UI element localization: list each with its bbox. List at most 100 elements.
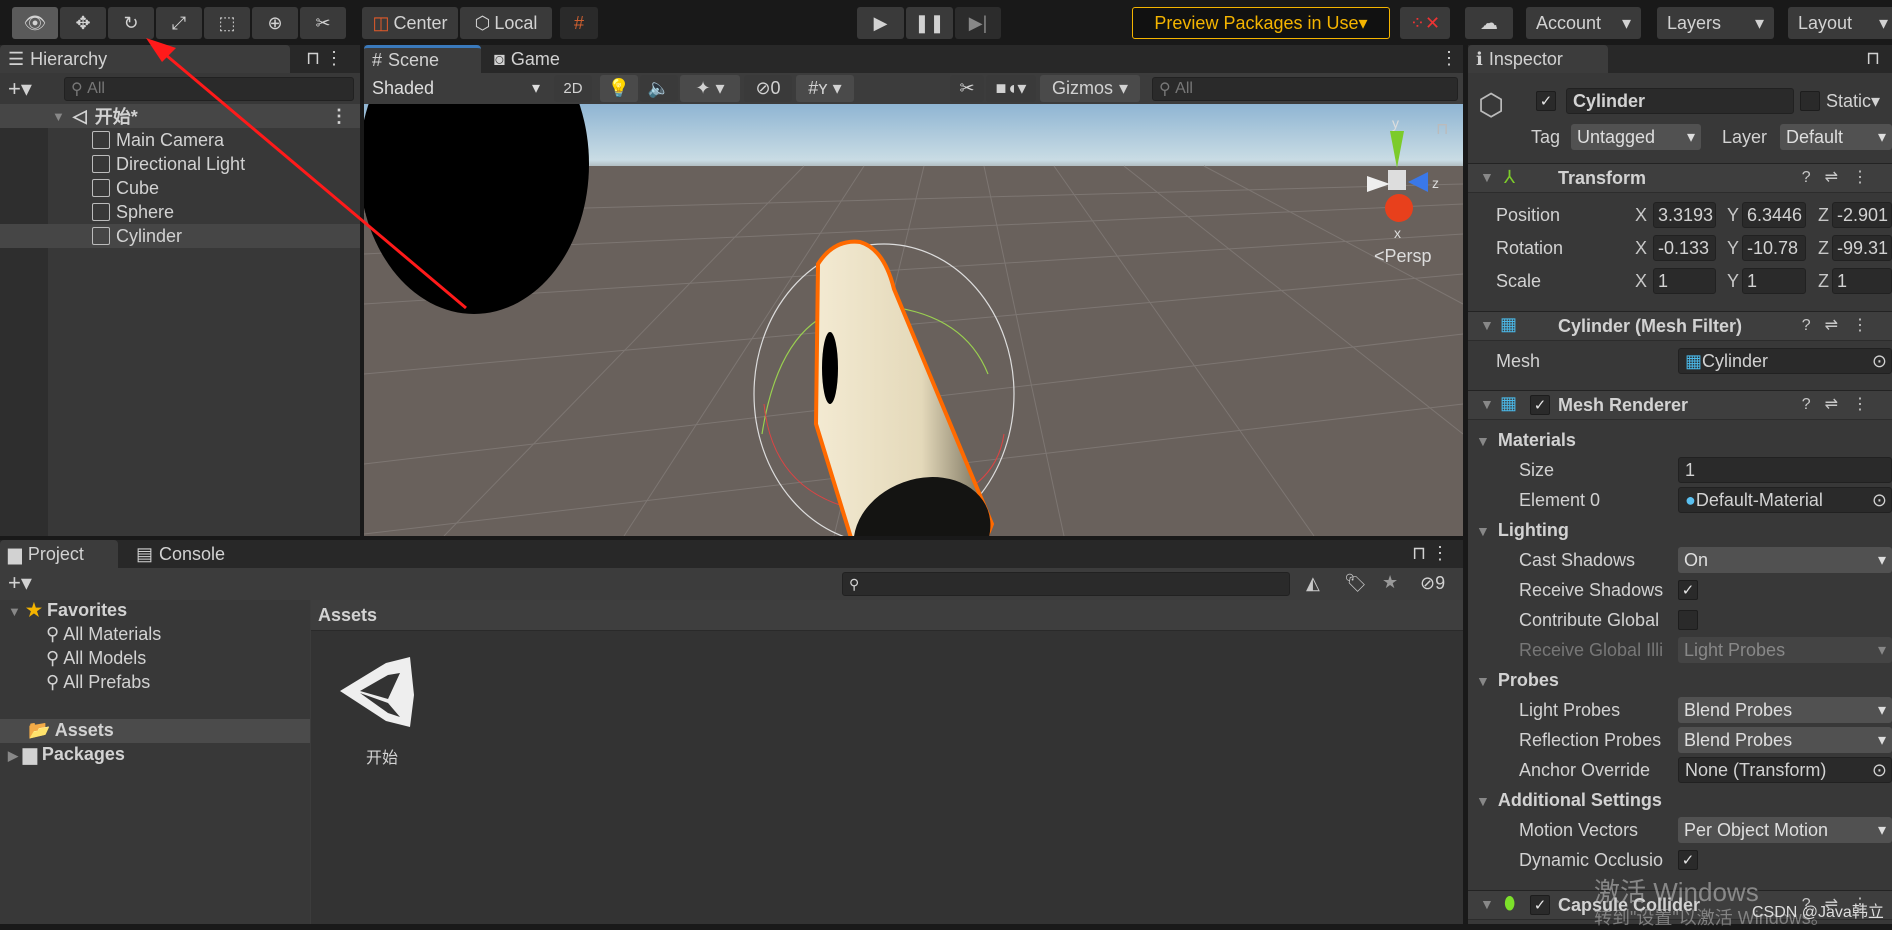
packages-folder[interactable]: ▶ ▆ Packages	[8, 744, 125, 765]
gameobject-cube-icon[interactable]: ⬡	[1478, 88, 1504, 123]
tab-project[interactable]: ▆ Project	[0, 540, 118, 568]
position-z-field[interactable]: -2.901	[1832, 202, 1892, 228]
x-axis-label[interactable]: X	[1635, 238, 1647, 259]
mesh-renderer-enabled-checkbox[interactable]: ✓	[1530, 395, 1550, 415]
dynamic-occlusion-checkbox[interactable]: ✓	[1678, 850, 1698, 870]
transform-position-label: Position	[1496, 205, 1561, 225]
rotation-y-field[interactable]: -10.78	[1742, 235, 1806, 261]
materials-foldout[interactable]: ▼ Materials	[1476, 430, 1576, 451]
object-picker-icon[interactable]: ⊙	[1872, 490, 1887, 511]
favorites-header[interactable]: ▼ ★ Favorites	[8, 600, 127, 621]
reflection-probes-dropdown[interactable]: Blend Probes	[1678, 727, 1892, 753]
tab-inspector[interactable]: ℹ Inspector	[1468, 45, 1608, 73]
camera-dropdown[interactable]: ■◖▾	[986, 75, 1036, 102]
mesh-filter-header[interactable]: ▼ ▦ Cylinder (Mesh Filter) ?⇌⋮	[1468, 311, 1892, 341]
layout-dropdown[interactable]: Layout ▾	[1788, 7, 1892, 39]
asset-label[interactable]: 开始	[366, 744, 398, 768]
probes-foldout[interactable]: ▼ Probes	[1476, 670, 1559, 691]
tag-dropdown[interactable]: Untagged	[1571, 124, 1701, 150]
lighting-foldout[interactable]: ▼ Lighting	[1476, 520, 1569, 541]
help-settings-more-icons[interactable]: ?⇌⋮	[1802, 394, 1882, 414]
mesh-renderer-header[interactable]: ▼ ▦ ✓ Mesh Renderer ?⇌⋮	[1468, 390, 1892, 420]
y-axis-label[interactable]: Y	[1727, 205, 1739, 226]
hidden-packages-button[interactable]: ⊘9	[1420, 573, 1445, 594]
element-0-field[interactable]: ● Default-Material ⊙	[1678, 487, 1892, 513]
transform-rotation-label: Rotation	[1496, 238, 1564, 258]
object-picker-icon[interactable]: ⊙	[1872, 351, 1887, 372]
filter-by-type-button[interactable]: ◭	[1306, 573, 1320, 594]
layers-dropdown[interactable]: Layers ▾	[1657, 7, 1774, 39]
receive-gi-dropdown[interactable]: Light Probes	[1678, 637, 1892, 663]
receive-shadows-checkbox[interactable]: ✓	[1678, 580, 1698, 600]
projection-label[interactable]: <Persp	[1374, 246, 1432, 266]
lock-icon[interactable]: ⊓ ⋮	[1412, 543, 1449, 564]
favorites-star-button[interactable]: ★	[1382, 572, 1398, 593]
hidden-objects-toggle[interactable]: ⊘ 0	[744, 75, 792, 102]
rotation-z-field[interactable]: -99.31	[1832, 235, 1892, 261]
object-name-input[interactable]: Cylinder	[1566, 88, 1794, 114]
layer-dropdown[interactable]: Default	[1780, 124, 1892, 150]
y-axis-label[interactable]: Y	[1727, 271, 1739, 292]
rotation-x-field[interactable]: -0.133	[1653, 235, 1716, 261]
lock-icon[interactable]: ⊓	[1436, 121, 1448, 138]
account-dropdown[interactable]: Account ▾	[1526, 7, 1641, 39]
help-settings-more-icons[interactable]: ?⇌⋮	[1802, 167, 1882, 187]
layer-label: Layer	[1722, 127, 1768, 147]
x-axis-label[interactable]: X	[1635, 271, 1647, 292]
position-x-field[interactable]: 3.3193	[1653, 202, 1716, 228]
active-checkbox[interactable]: ✓	[1536, 91, 1556, 111]
z-axis-label[interactable]: Z	[1818, 205, 1829, 226]
unity-scene-icon[interactable]	[338, 655, 418, 731]
anchor-override-field[interactable]: None (Transform) ⊙	[1678, 757, 1892, 783]
motion-vectors-dropdown[interactable]: Per Object Motion	[1678, 817, 1892, 843]
favorite-item[interactable]: ⚲ All Materials	[46, 624, 161, 645]
mesh-field[interactable]: ▦ Cylinder ⊙	[1678, 348, 1892, 374]
more-icon[interactable]: ⋮	[1440, 48, 1458, 69]
scale-y-field[interactable]: 1	[1742, 268, 1806, 294]
y-axis-label[interactable]: Y	[1727, 238, 1739, 259]
tools-button[interactable]: ✂	[950, 75, 984, 102]
position-y-field[interactable]: 6.3446	[1742, 202, 1806, 228]
chevron-down-icon: ▾	[1621, 12, 1631, 33]
favorite-item[interactable]: ⚲ All Prefabs	[46, 672, 150, 693]
help-settings-more-icons[interactable]: ?⇌⋮	[1802, 315, 1882, 335]
scene-search-input[interactable]: ⚲ All	[1152, 77, 1458, 101]
lock-icon[interactable]: ⊓	[1866, 48, 1880, 69]
expand-triangle-icon: ▶	[8, 748, 18, 763]
create-add-button[interactable]: +▾	[8, 570, 32, 596]
x-axis-label[interactable]: X	[1635, 205, 1647, 226]
material-sphere-icon: ●	[1685, 489, 1696, 510]
materials-size-field[interactable]: 1	[1678, 457, 1892, 483]
object-picker-icon[interactable]: ⊙	[1872, 760, 1887, 781]
effects-dropdown[interactable]: ✦ ▾	[680, 75, 740, 102]
cloud-button[interactable]: ☁	[1465, 7, 1513, 39]
favorite-item[interactable]: ⚲ All Models	[46, 648, 146, 669]
gizmos-dropdown[interactable]: Gizmos ▾	[1040, 75, 1140, 102]
grid-visibility-dropdown[interactable]: #ʏ ▾	[796, 75, 854, 102]
tab-console[interactable]: ▤ Console	[128, 540, 248, 568]
project-search-input[interactable]: ⚲	[842, 572, 1290, 596]
static-label[interactable]: Static▾	[1826, 91, 1880, 112]
additional-settings-foldout[interactable]: ▼ Additional Settings	[1476, 790, 1662, 811]
audio-toggle[interactable]: 🔈	[640, 75, 678, 102]
assets-folder[interactable]: 📂 Assets	[28, 720, 114, 741]
cast-shadows-dropdown[interactable]: On	[1678, 547, 1892, 573]
breadcrumb[interactable]: Assets	[318, 605, 377, 626]
cloud-diagnostics-button[interactable]: ⁘✕	[1400, 7, 1450, 39]
play-button[interactable]: ▶	[857, 7, 904, 39]
scale-z-field[interactable]: 1	[1832, 268, 1892, 294]
filter-by-label-button[interactable]: 🏷	[1344, 573, 1367, 594]
static-checkbox[interactable]	[1800, 91, 1820, 111]
capsule-enabled-checkbox[interactable]: ✓	[1530, 895, 1550, 915]
pause-button[interactable]: ❚❚	[906, 7, 953, 39]
preview-packages-button[interactable]: Preview Packages in Use ▾	[1132, 7, 1390, 39]
contribute-gi-checkbox[interactable]	[1678, 610, 1698, 630]
step-button[interactable]: ▶|	[955, 7, 1001, 39]
z-axis-label[interactable]: Z	[1818, 238, 1829, 259]
lighting-toggle[interactable]: 💡	[600, 75, 638, 102]
lightbulb-icon: 💡	[607, 78, 631, 98]
z-axis-label[interactable]: Z	[1818, 271, 1829, 292]
scale-x-field[interactable]: 1	[1653, 268, 1716, 294]
light-probes-dropdown[interactable]: Blend Probes	[1678, 697, 1892, 723]
transform-header[interactable]: ▼ ⅄ Transform ?⇌⋮	[1468, 163, 1892, 193]
